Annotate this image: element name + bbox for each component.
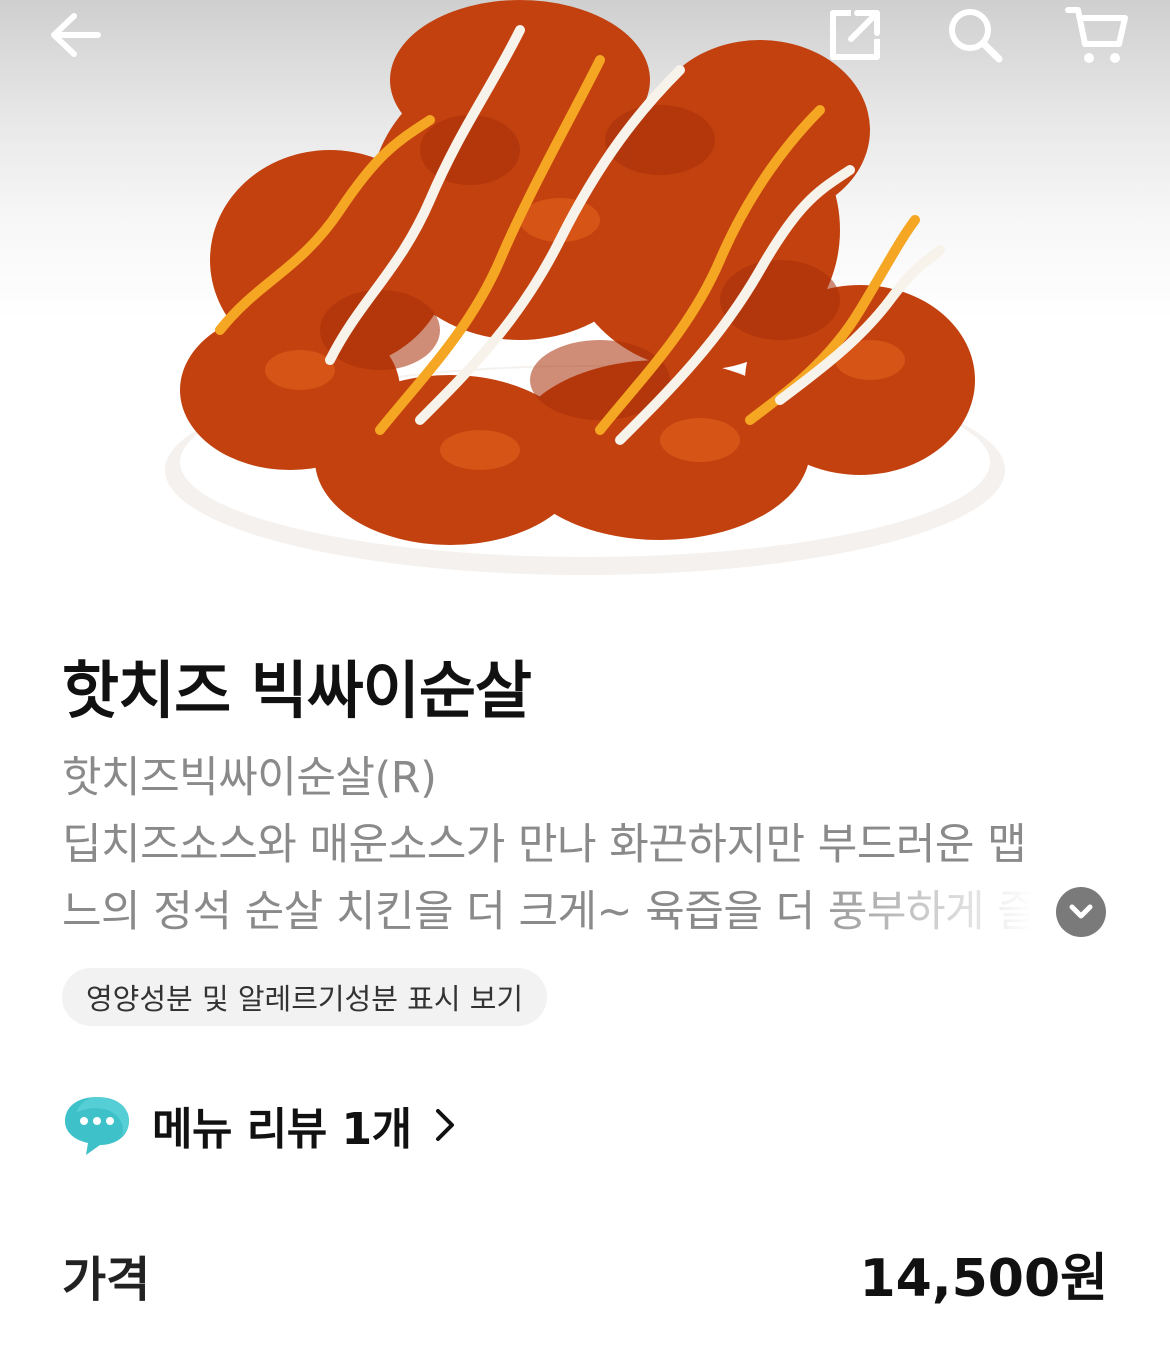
- cart-icon: [1065, 7, 1128, 63]
- product-description: 핫치즈빅싸이순살(R) 딥치즈소스와 매운소스가 만나 화끈하지만 부드러운 맵…: [62, 745, 1092, 946]
- product-title: 핫치즈 빅싸이순살: [62, 654, 532, 727]
- chicken-illustration: [165, 0, 1005, 575]
- share-button[interactable]: [810, 0, 900, 70]
- description-line: 핫치즈빅싸이순살(R): [62, 753, 437, 803]
- share-icon: [830, 10, 880, 60]
- back-button[interactable]: [30, 0, 120, 70]
- search-icon: [949, 9, 1003, 63]
- price-value: 14,500원: [859, 1249, 1108, 1309]
- review-count-label: 메뉴 리뷰 1개: [152, 1104, 412, 1155]
- expand-description-button[interactable]: [1056, 887, 1106, 937]
- cart-button[interactable]: [1052, 0, 1142, 70]
- food-image: [0, 0, 1170, 578]
- back-arrow-icon: [51, 13, 101, 57]
- top-navigation-bar: [0, 0, 1170, 80]
- review-bubble-icon: [65, 1097, 129, 1155]
- price-label: 가격: [62, 1252, 151, 1308]
- chevron-down-icon: [1069, 904, 1093, 919]
- search-button[interactable]: [930, 0, 1020, 70]
- chevron-right-icon: [435, 1109, 454, 1141]
- menu-review-link[interactable]: 메뉴 리뷰 1개: [62, 1090, 456, 1160]
- description-line: 느의 정석 순살 치킨을 더 크게~ 육즙을 더 풍부하게 즐: [62, 887, 1037, 937]
- description-line: 딥치즈소스와 매운소스가 만나 화끈하지만 부드러운 맵: [62, 820, 1027, 870]
- nutrition-allergy-link[interactable]: 영양성분 및 알레르기성분 표시 보기: [62, 968, 548, 1026]
- menu-detail-page: 핫치즈 빅싸이순살 핫치즈빅싸이순살(R) 딥치즈소스와 매운소스가 만나 화끈…: [0, 0, 1170, 1347]
